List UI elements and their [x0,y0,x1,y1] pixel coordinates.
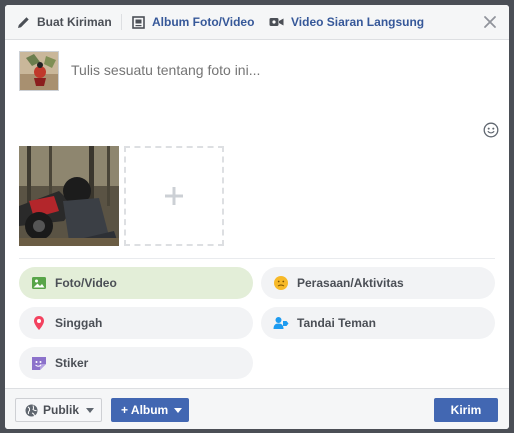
privacy-selector-button[interactable]: Publik [15,398,102,422]
option-tag-friends[interactable]: Tandai Teman [261,307,495,339]
submit-label: Kirim [450,403,482,417]
smiley-icon [273,275,289,291]
photo-album-icon [132,15,145,29]
privacy-label: Publik [43,403,80,417]
add-photo-button[interactable] [124,146,224,246]
tab-create-post[interactable]: Buat Kiriman [17,5,112,39]
create-post-dialog: Buat Kiriman Album Foto/Video Video Siar… [5,5,509,429]
pencil-icon [18,16,29,28]
tab-live-video[interactable]: Video Siaran Langsung [269,5,424,39]
option-check-in[interactable]: Singgah [19,307,253,339]
add-album-button[interactable]: + Album [111,398,189,422]
chevron-down-icon [86,407,95,413]
tab-label: Buat Kiriman [37,15,112,29]
composer-tabs: Buat Kiriman Album Foto/Video Video Siar… [5,5,509,40]
avatar [19,51,59,91]
photo-icon [31,275,47,291]
option-label: Tandai Teman [297,316,376,330]
chevron-down-icon [174,407,183,413]
post-text-input[interactable] [71,62,451,78]
close-icon[interactable] [482,14,498,30]
tab-divider [121,14,122,30]
option-photo-video[interactable]: Foto/Video [19,267,253,299]
globe-icon [25,404,38,416]
plus-icon [165,187,183,205]
emoji-icon[interactable] [483,122,499,138]
option-label: Singgah [55,316,103,330]
attached-photo[interactable] [19,146,119,246]
option-sticker[interactable]: Stiker [19,347,253,379]
tab-photo-album[interactable]: Album Foto/Video [132,5,254,39]
sticker-icon [31,355,47,371]
tab-label: Album Foto/Video [152,15,255,29]
location-pin-icon [31,315,47,331]
option-label: Foto/Video [55,276,117,290]
dialog-footer: Publik + Album Kirim [5,388,509,429]
post-submit-button[interactable]: Kirim [434,398,498,422]
video-camera-icon [269,18,284,26]
album-label: + Album [121,403,169,417]
option-label: Stiker [55,356,89,370]
divider [19,258,495,259]
option-feeling-activity[interactable]: Perasaan/Aktivitas [261,267,495,299]
tag-friend-icon [273,315,289,331]
tab-label: Video Siaran Langsung [291,15,425,29]
option-label: Perasaan/Aktivitas [297,276,404,290]
